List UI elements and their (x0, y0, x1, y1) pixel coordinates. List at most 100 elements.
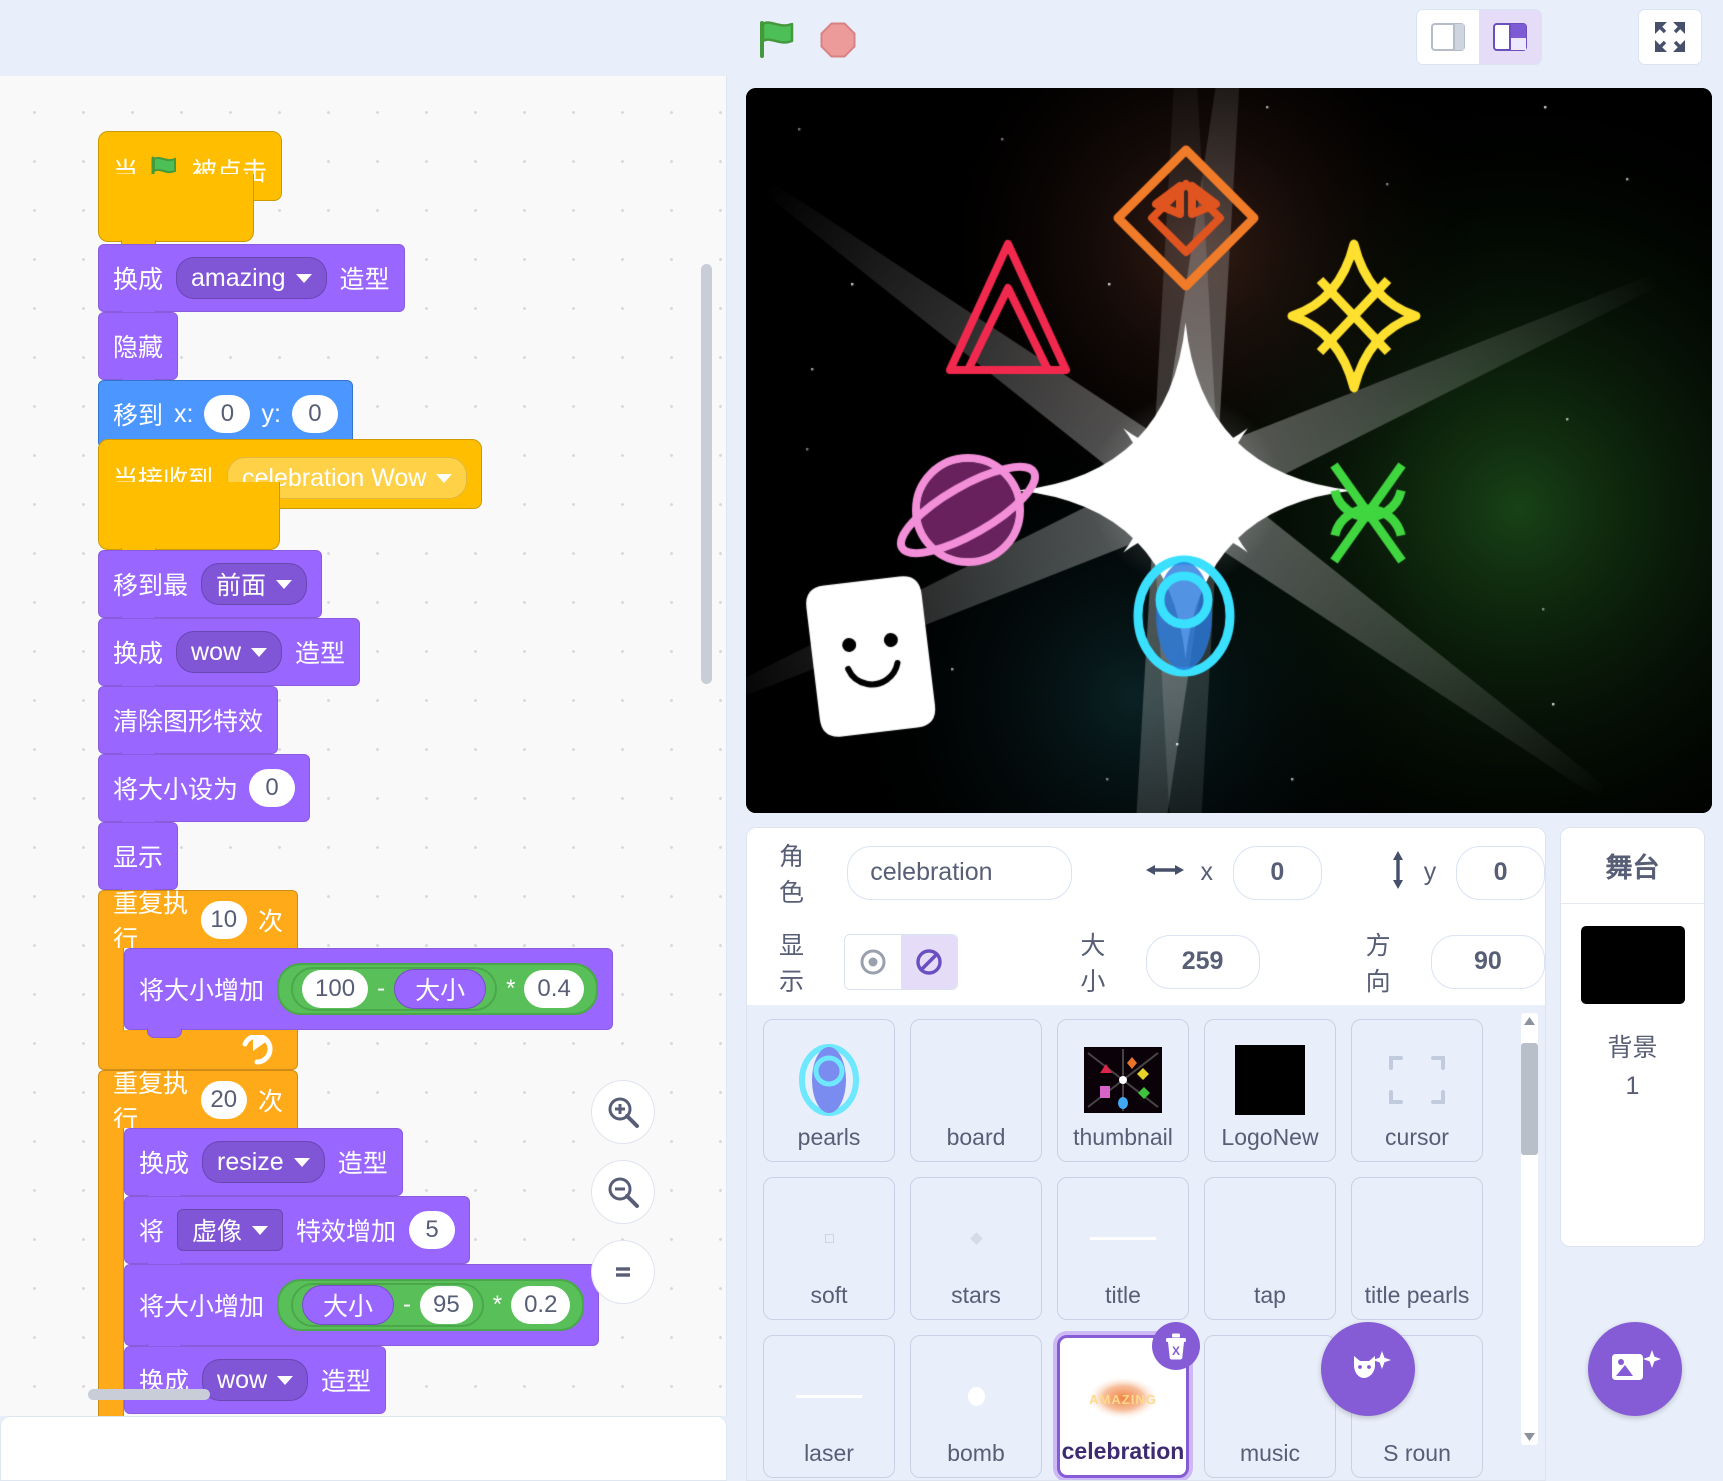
block-repeat-20[interactable]: 重复执行 20 次 (98, 1070, 298, 1416)
sprite-card-soft[interactable]: soft (763, 1177, 895, 1320)
repeat-count-input[interactable]: 20 (200, 1080, 247, 1119)
sprite-info-panel: 角色 celebration x 0 y 0 显示 大小 259 方向 90 (746, 827, 1546, 1005)
block-goto-xy[interactable]: 移到 x: 0 y: 0 (98, 380, 353, 456)
block-change-size-by-2[interactable]: 将大小增加 大小 - 95 * 0.2 (124, 1264, 600, 1354)
sprite-card-laser[interactable]: laser (763, 1335, 895, 1478)
chevron-down-icon (295, 273, 312, 283)
zoom-out-icon[interactable] (592, 1161, 654, 1223)
block-set-size-to[interactable]: 将大小设为 0 (98, 754, 311, 830)
scroll-up-arrow-icon[interactable] (1523, 1015, 1536, 1028)
operator-subtract[interactable]: 大小 - 95 (291, 1283, 484, 1327)
add-backdrop-button[interactable] (1588, 1322, 1682, 1416)
sprite-list-scrollbar[interactable] (1521, 1013, 1538, 1445)
y-input[interactable]: 0 (1456, 845, 1545, 900)
variable-size[interactable]: 大小 (302, 1285, 395, 1325)
block-change-effect-by[interactable]: 将 虚像 特效增加 5 (124, 1196, 471, 1272)
zoom-reset-icon[interactable] (592, 1241, 654, 1303)
sprite-info-row-2: 显示 大小 259 方向 90 (747, 917, 1545, 1006)
eye-icon[interactable] (845, 934, 902, 989)
sprite-name: title (1105, 1282, 1141, 1308)
y-input[interactable]: 0 (291, 395, 338, 433)
eye-slash-icon[interactable] (901, 934, 958, 989)
horizontal-scrollbar[interactable] (88, 1389, 210, 1400)
block-switch-costume-wow[interactable]: 换成 wow 造型 (98, 618, 361, 694)
sprite-card-tap[interactable]: tap (1204, 1177, 1336, 1320)
variable-size[interactable]: 大小 (394, 969, 487, 1009)
sprite-card-thumbnail[interactable]: thumbnail (1057, 1019, 1189, 1162)
delete-sprite-icon[interactable]: X (1152, 1322, 1200, 1370)
block-clear-graphic-effects[interactable]: 清除图形特效 (98, 686, 279, 762)
add-sprite-button[interactable] (1321, 1322, 1415, 1416)
size-label: 大小 (1080, 931, 1106, 996)
operator-multiply[interactable]: 100 - 大小 * 0.4 (277, 963, 598, 1015)
direction-input[interactable]: 90 (1430, 934, 1545, 989)
block-switch-costume-resize[interactable]: 换成 resize 造型 (124, 1128, 403, 1204)
sprite-card-title[interactable]: title (1057, 1177, 1189, 1320)
layer-dropdown-front[interactable]: 前面 (201, 563, 308, 605)
block-switch-costume-wow-2[interactable]: 换成 wow 造型 (124, 1346, 387, 1414)
operand-b[interactable]: 0.4 (524, 970, 584, 1008)
block-label-x: x: (174, 399, 194, 428)
operand-a[interactable]: 100 (302, 970, 369, 1008)
visibility-label: 显示 (779, 931, 805, 996)
effect-amount-input[interactable]: 5 (409, 1211, 456, 1249)
green-flag-icon[interactable] (758, 20, 798, 58)
sprite-name: stars (951, 1282, 1001, 1308)
size-input[interactable]: 0 (249, 769, 296, 807)
sprite-card-music[interactable]: music (1204, 1335, 1336, 1478)
block-label: 造型 (339, 266, 390, 294)
block-change-size-by-1[interactable]: 将大小增加 100 - 大小 * 0.4 (124, 948, 613, 1038)
block-switch-costume-amazing[interactable]: 换成 amazing 造型 (98, 244, 405, 320)
sprite-list-panel[interactable]: pearls board thumbnail LogoNew cursor soft s… (746, 1005, 1546, 1481)
x-input[interactable]: 0 (204, 395, 251, 433)
stop-sign-icon[interactable] (820, 22, 856, 58)
costume-dropdown-resize[interactable]: resize (202, 1141, 325, 1183)
costume-dropdown-amazing[interactable]: amazing (176, 257, 327, 299)
x-input[interactable]: 0 (1232, 845, 1322, 900)
sprite-card-stars[interactable]: stars (910, 1177, 1042, 1320)
backdrop-count: 1 (1625, 1072, 1640, 1100)
operand-b[interactable]: 0.2 (511, 1286, 571, 1324)
block-hide[interactable]: 隐藏 (98, 312, 178, 388)
scroll-thumb[interactable] (1521, 1043, 1538, 1155)
x-arrow-icon (1146, 860, 1185, 885)
repeat-count-input[interactable]: 10 (200, 900, 247, 939)
sprite-thumbnail (764, 1350, 894, 1442)
effect-dropdown-ghost[interactable]: 虚像 (177, 1209, 284, 1251)
operator-symbol: - (403, 1291, 412, 1318)
zoom-in-icon[interactable] (592, 1081, 654, 1143)
block-label: 移到最 (113, 572, 189, 600)
sprite-name-input[interactable]: celebration (847, 845, 1073, 900)
block-label: 重复执行 (113, 889, 189, 954)
operator-subtract[interactable]: 100 - 大小 (291, 967, 498, 1011)
sprite-card-celebration[interactable]: AMAZING celebration X (1057, 1322, 1200, 1478)
sprite-card-bomb[interactable]: bomb (910, 1335, 1042, 1478)
small-stage-layout-button[interactable] (1417, 10, 1479, 64)
large-stage-layout-button[interactable] (1479, 10, 1541, 64)
stage-selector-panel[interactable]: 舞台 背景 1 (1560, 827, 1705, 1416)
code-workspace[interactable]: 当 被点击 换成 amazing 造型 隐藏 移到 x: 0 y: 0 当接收到… (0, 76, 727, 1416)
block-label: 次 (257, 1087, 283, 1116)
stage-layout-controls (1417, 10, 1541, 64)
costume-dropdown-wow-2[interactable]: wow (202, 1359, 309, 1401)
size-input[interactable]: 259 (1145, 934, 1260, 989)
sprite-card-title-pearls[interactable]: title pearls (1351, 1177, 1483, 1320)
block-goto-front-layer[interactable]: 移到最 前面 (98, 550, 323, 626)
costume-dropdown-wow[interactable]: wow (176, 631, 283, 673)
stage-preview[interactable] (746, 88, 1712, 813)
block-label: 清除图形特效 (113, 708, 264, 736)
operator-multiply[interactable]: 大小 - 95 * 0.2 (277, 1279, 585, 1331)
operand-a[interactable]: 95 (420, 1286, 473, 1324)
sprite-card-board[interactable]: board (910, 1019, 1042, 1162)
block-label: 移到 (113, 402, 164, 430)
vertical-scrollbar[interactable] (701, 264, 712, 684)
stage-thumbnail[interactable] (1580, 926, 1685, 1004)
sprite-thumbnail (1058, 1034, 1188, 1126)
sprite-card-pearls[interactable]: pearls (763, 1019, 895, 1162)
sprite-card-logonew[interactable]: LogoNew (1204, 1019, 1336, 1162)
block-repeat-10[interactable]: 重复执行 10 次 (98, 890, 298, 1070)
block-show[interactable]: 显示 (98, 822, 178, 898)
fullscreen-button[interactable] (1639, 10, 1701, 64)
scroll-down-arrow-icon[interactable] (1523, 1430, 1536, 1443)
sprite-card-cursor[interactable]: cursor (1351, 1019, 1483, 1162)
